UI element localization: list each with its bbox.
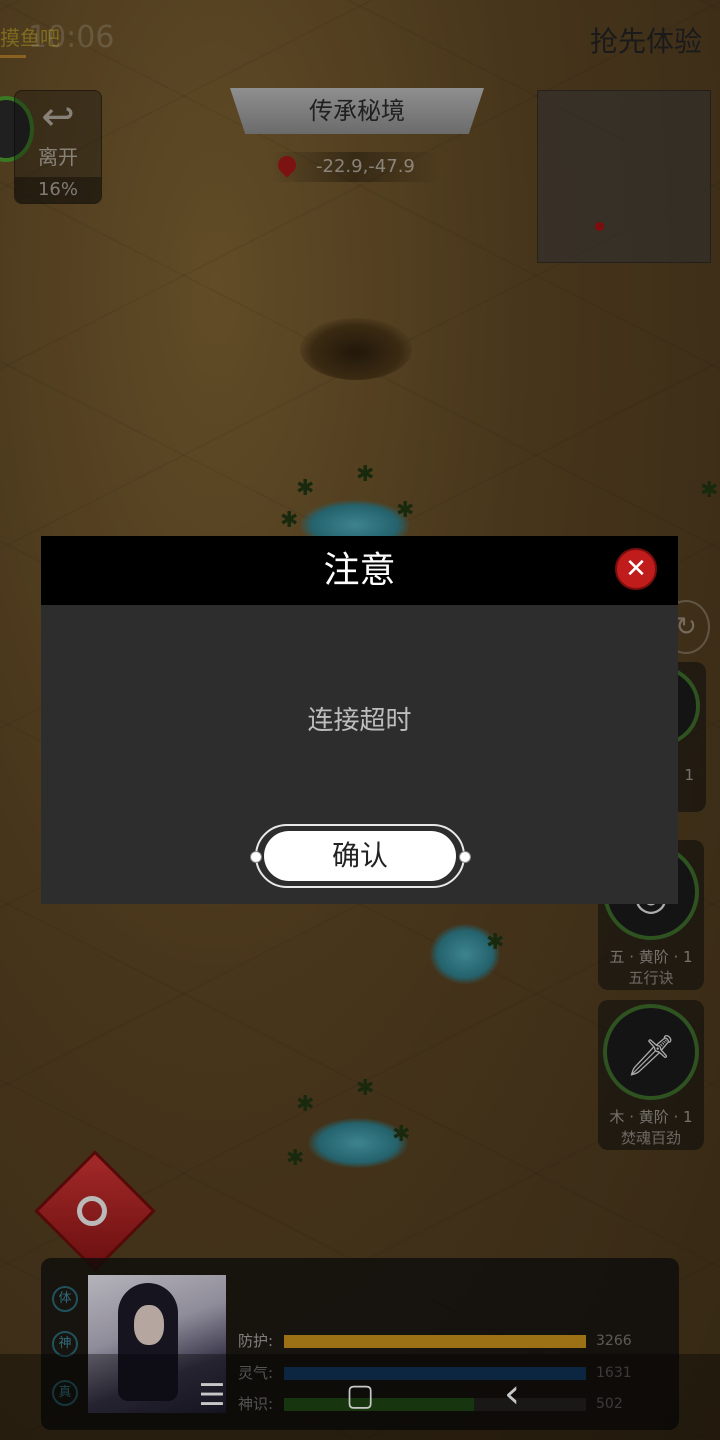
frame-knob — [250, 851, 262, 863]
dialog-message: 连接超时 — [307, 706, 412, 736]
dialog-header: 注意 ✕ — [41, 536, 678, 605]
frame-knob — [459, 851, 471, 863]
confirm-button[interactable]: 确认 — [264, 831, 456, 881]
alert-dialog: 注意 ✕ 连接超时 确认 — [41, 536, 678, 904]
dialog-title: 注意 — [323, 550, 396, 591]
close-icon[interactable]: ✕ — [615, 548, 657, 590]
